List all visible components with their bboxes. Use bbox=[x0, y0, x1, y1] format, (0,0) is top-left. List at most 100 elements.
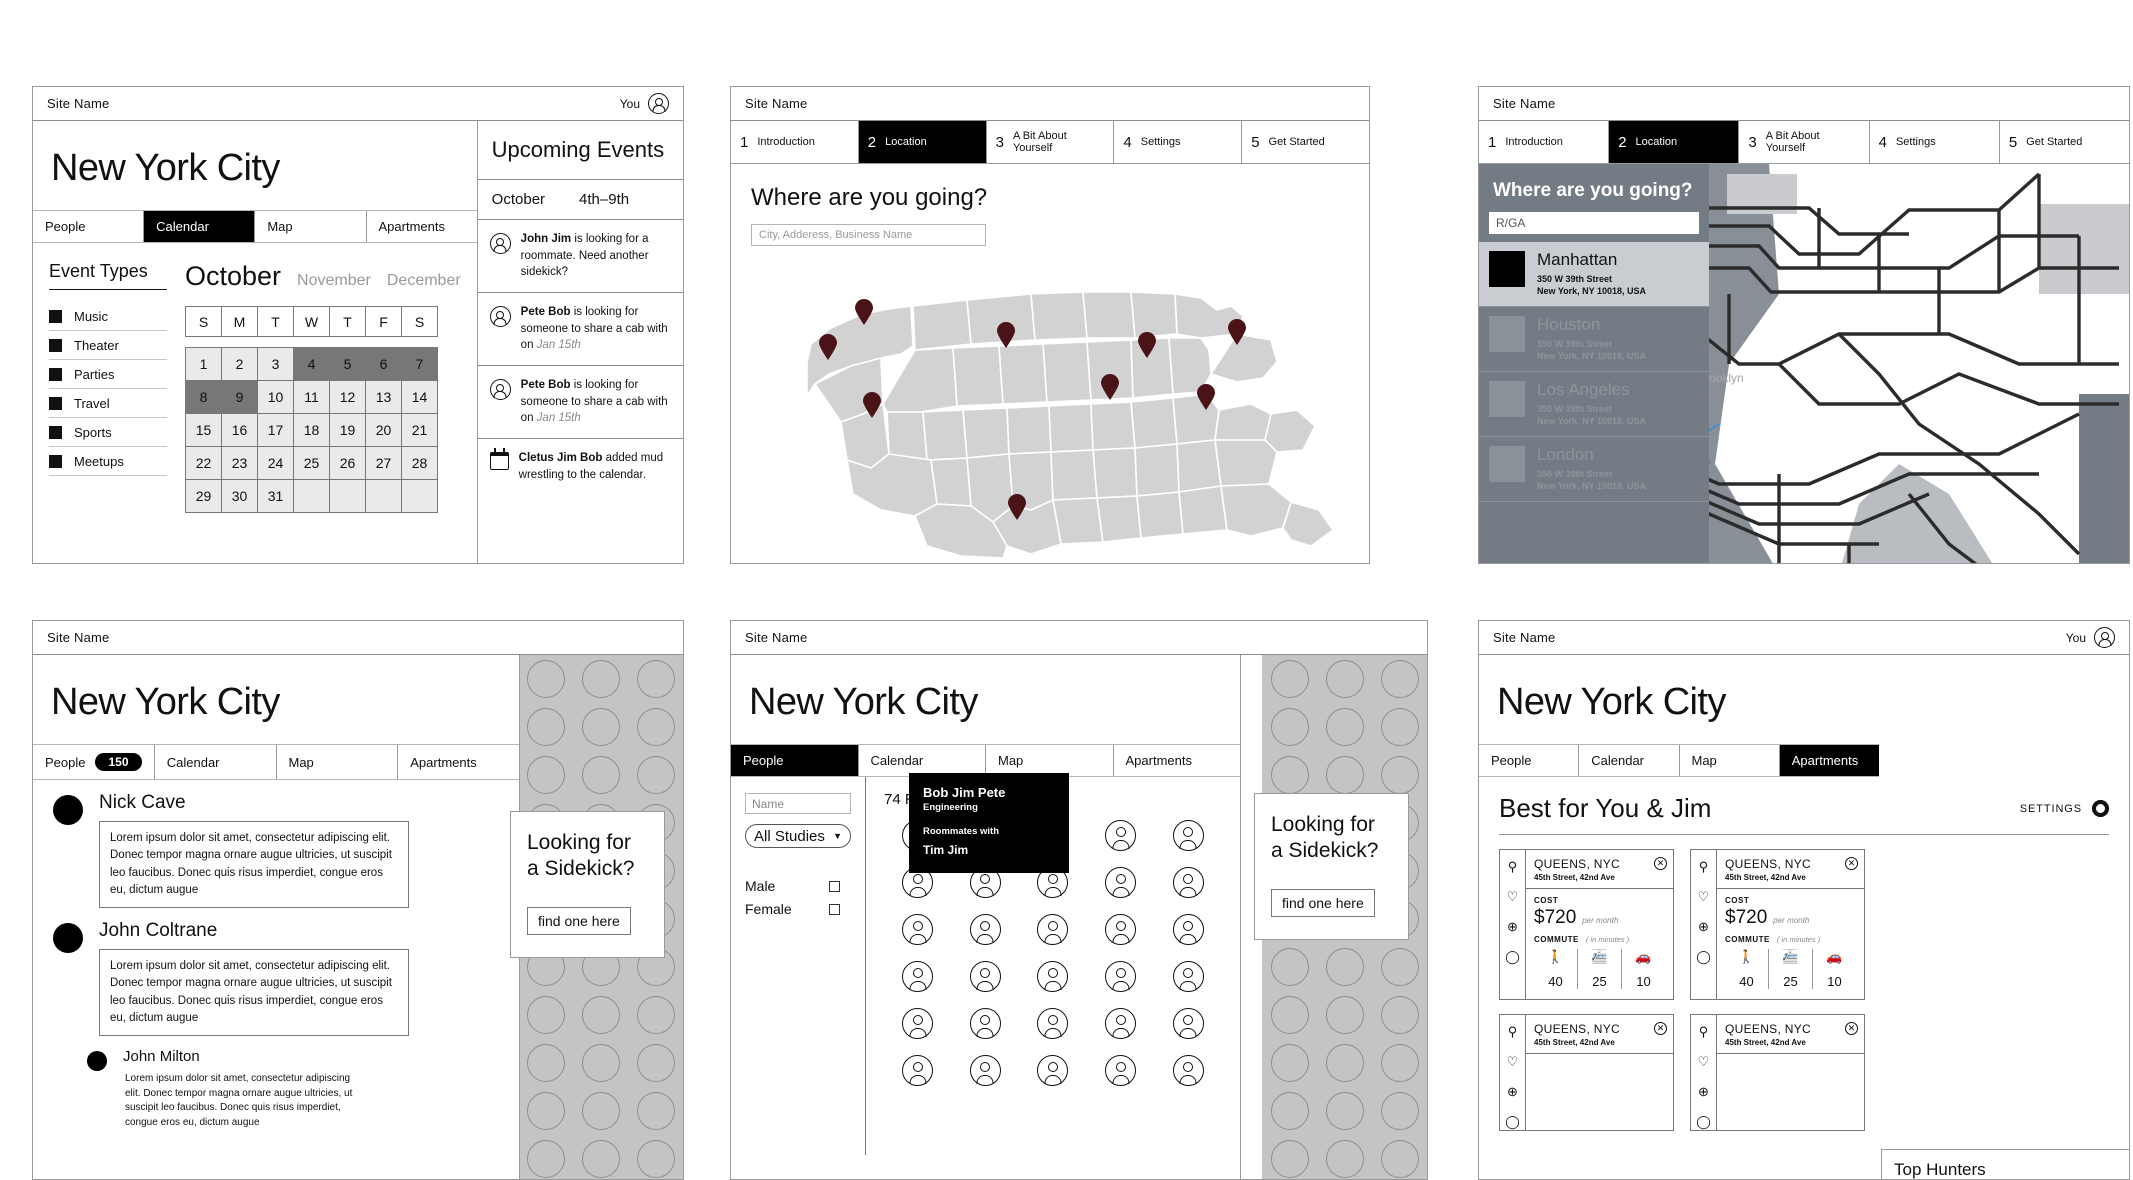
you-account[interactable]: You bbox=[2066, 627, 2115, 648]
calendar-day[interactable]: 16 bbox=[221, 413, 258, 447]
tab-calendar[interactable]: Calendar bbox=[859, 745, 986, 776]
city-result-houston[interactable]: Houston 350 W 39th Street New York, NY 100… bbox=[1479, 307, 1709, 372]
event-item[interactable]: John Jim is looking for a roommate. Need… bbox=[477, 220, 683, 294]
avatar-icon[interactable] bbox=[2094, 627, 2115, 648]
step-location[interactable]: 2 Location bbox=[858, 121, 987, 163]
calendar-days[interactable]: 1 2 3 4 5 6 7 8 9 10 11 12 13 14 15 16 17 18 19 20 21 22 23 24 2… bbox=[185, 347, 438, 513]
tab-apartments[interactable]: Apartments bbox=[1114, 745, 1241, 776]
step-get-started[interactable]: 5 Get Started bbox=[1242, 121, 1369, 163]
search-input[interactable]: R/GA bbox=[1489, 212, 1699, 234]
calendar-day[interactable]: 2 bbox=[221, 347, 258, 381]
us-map[interactable] bbox=[731, 254, 1369, 563]
checkbox-male[interactable]: Male bbox=[745, 878, 840, 894]
tab-calendar[interactable]: Calendar bbox=[1579, 745, 1680, 776]
person-avatar-icon[interactable] bbox=[1172, 820, 1204, 851]
calendar-day[interactable]: 17 bbox=[257, 413, 294, 447]
person-avatar-icon[interactable] bbox=[1105, 867, 1137, 898]
tab-people[interactable]: People bbox=[731, 745, 859, 776]
tab-map[interactable]: Map bbox=[277, 745, 399, 779]
step-introduction[interactable]: 1 Introduction bbox=[1479, 121, 1610, 163]
event-type-music[interactable]: Music bbox=[49, 302, 167, 331]
calendar-day[interactable]: 23 bbox=[221, 446, 258, 480]
person-avatar-icon[interactable] bbox=[1105, 1055, 1137, 1086]
step-a-bit-about-yourself[interactable]: 3 A Bit About Yourself bbox=[987, 121, 1115, 163]
globe-icon[interactable]: ⊕ bbox=[1698, 1084, 1709, 1100]
apartment-card[interactable]: ⚲ ♡ ⊕ ◯ QUEENS, NYC 45th Street, 42nd Ave ✕ COS… bbox=[1499, 849, 1674, 1000]
close-icon[interactable]: ✕ bbox=[1845, 1022, 1858, 1035]
person-avatar-icon[interactable] bbox=[902, 914, 934, 945]
map-pin-icon[interactable] bbox=[1138, 332, 1156, 358]
find-sidekick-button[interactable]: find one here bbox=[527, 906, 631, 935]
calendar-day[interactable]: 1 bbox=[185, 347, 222, 381]
tab-map[interactable]: Map bbox=[1680, 745, 1780, 776]
calendar-day[interactable]: 25 bbox=[293, 446, 330, 480]
calendar-day[interactable]: 30 bbox=[221, 479, 258, 513]
calendar-day[interactable]: 13 bbox=[365, 380, 402, 414]
person-avatar-icon[interactable] bbox=[1172, 867, 1204, 898]
calendar-day[interactable]: 22 bbox=[185, 446, 222, 480]
calendar-day[interactable]: 19 bbox=[329, 413, 366, 447]
person-icon[interactable]: ⚲ bbox=[1699, 859, 1709, 875]
map-pin-icon[interactable] bbox=[1101, 374, 1119, 400]
map-pin-icon[interactable] bbox=[819, 334, 837, 360]
person-icon[interactable]: ⚲ bbox=[1508, 859, 1518, 875]
person-avatar-icon[interactable] bbox=[1105, 961, 1137, 992]
globe-icon[interactable]: ⊕ bbox=[1507, 1084, 1518, 1100]
step-introduction[interactable]: 1 Introduction bbox=[731, 121, 859, 163]
tab-calendar[interactable]: Calendar bbox=[155, 745, 277, 779]
calendar-day[interactable]: 15 bbox=[185, 413, 222, 447]
apartment-card[interactable]: ⚲ ♡ ⊕ ◯ QUEENS, NYC 45th Street, 42nd Ave ✕ bbox=[1690, 1014, 1865, 1131]
name-input[interactable]: Name bbox=[745, 793, 851, 814]
map-pin-icon[interactable] bbox=[1008, 494, 1026, 520]
gear-icon[interactable] bbox=[2092, 800, 2109, 817]
person-avatar-icon[interactable] bbox=[902, 1008, 934, 1039]
calendar-day[interactable]: 5 bbox=[329, 347, 366, 381]
calendar-day[interactable]: 4 bbox=[293, 347, 330, 381]
person-avatar-icon[interactable] bbox=[1037, 1055, 1069, 1086]
calendar-day[interactable]: 20 bbox=[365, 413, 402, 447]
calendar-day[interactable]: 10 bbox=[257, 380, 294, 414]
calendar-day[interactable]: 8 bbox=[185, 380, 222, 414]
heart-icon[interactable]: ♡ bbox=[1507, 889, 1519, 905]
person-item[interactable]: John Milton Lorem ipsum dolor sit amet, c… bbox=[33, 1036, 519, 1130]
city-result-london[interactable]: London 350 W 39th Street New York, NY 1001… bbox=[1479, 437, 1709, 502]
checkbox-box[interactable] bbox=[829, 903, 840, 915]
calendar-day[interactable] bbox=[329, 479, 366, 513]
city-result-manhattan[interactable]: Manhattan 350 W 39th Street New York, NY 1… bbox=[1479, 242, 1709, 307]
person-avatar-icon[interactable] bbox=[1172, 914, 1204, 945]
event-item[interactable]: Cletus Jim Bob added mud wrestling to th… bbox=[478, 439, 683, 494]
calendar-day[interactable]: 31 bbox=[257, 479, 294, 513]
map-pin-icon[interactable] bbox=[1228, 319, 1246, 345]
heart-icon[interactable]: ♡ bbox=[1698, 889, 1710, 905]
map-pin-icon[interactable] bbox=[997, 322, 1015, 348]
step-location[interactable]: 2 Location bbox=[1609, 121, 1740, 163]
person-icon[interactable]: ⚲ bbox=[1508, 1024, 1518, 1040]
step-settings[interactable]: 4 Settings bbox=[1114, 121, 1243, 163]
calendar-day[interactable]: 11 bbox=[293, 380, 330, 414]
person-avatar-icon[interactable] bbox=[902, 1055, 934, 1086]
tab-apartments[interactable]: Apartments bbox=[398, 745, 519, 779]
calendar-day[interactable] bbox=[401, 479, 438, 513]
calendar-day[interactable]: 21 bbox=[401, 413, 438, 447]
person-avatar-icon[interactable] bbox=[1105, 914, 1137, 945]
tab-people[interactable]: People 150 bbox=[33, 745, 155, 779]
heart-icon[interactable]: ♡ bbox=[1507, 1054, 1519, 1070]
tab-calendar[interactable]: Calendar bbox=[144, 211, 256, 242]
map-pin-icon[interactable] bbox=[855, 299, 873, 325]
event-type-parties[interactable]: Parties bbox=[49, 360, 167, 389]
map-pin-icon[interactable] bbox=[863, 392, 881, 418]
close-icon[interactable]: ✕ bbox=[1654, 1022, 1667, 1035]
event-type-theater[interactable]: Theater bbox=[49, 331, 167, 360]
find-sidekick-button[interactable]: find one here bbox=[1271, 888, 1375, 917]
chat-icon[interactable]: ◯ bbox=[1505, 1114, 1520, 1130]
person-avatar-icon[interactable] bbox=[1037, 961, 1069, 992]
person-avatar-icon[interactable] bbox=[1105, 1008, 1137, 1039]
calendar-day[interactable]: 28 bbox=[401, 446, 438, 480]
person-item[interactable]: John Coltrane Lorem ipsum dolor sit amet,… bbox=[33, 908, 519, 1036]
person-avatar-icon[interactable] bbox=[969, 1008, 1001, 1039]
calendar-day[interactable]: 3 bbox=[257, 347, 294, 381]
person-avatar-icon[interactable] bbox=[1172, 1055, 1204, 1086]
chat-icon[interactable]: ◯ bbox=[1696, 949, 1711, 965]
heart-icon[interactable]: ♡ bbox=[1698, 1054, 1710, 1070]
event-item[interactable]: Pete Bob is looking for someone to share… bbox=[477, 293, 683, 367]
